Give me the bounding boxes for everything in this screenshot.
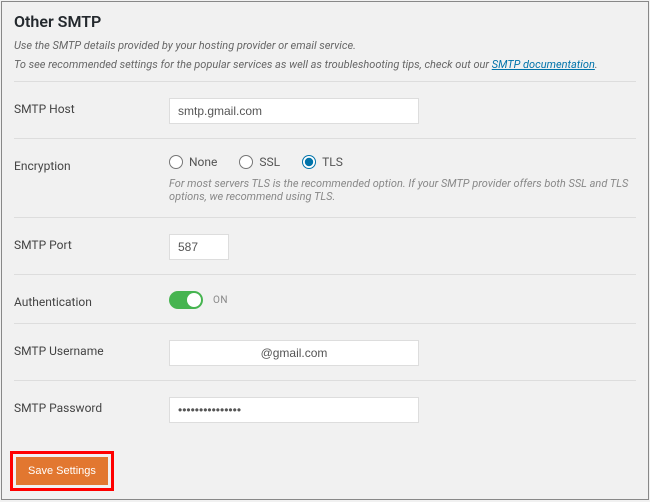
smtp-username-input[interactable] (169, 340, 419, 366)
smtp-host-row: SMTP Host (14, 81, 636, 138)
smtp-username-label: SMTP Username (14, 340, 169, 358)
panel-title: Other SMTP (14, 12, 636, 31)
encryption-ssl-option[interactable]: SSL (239, 155, 280, 169)
smtp-documentation-link[interactable]: SMTP documentation (492, 58, 595, 71)
smtp-port-label: SMTP Port (14, 234, 169, 252)
encryption-label: Encryption (14, 155, 169, 173)
encryption-none-radio[interactable] (169, 155, 183, 169)
panel-description-1: Use the SMTP details provided by your ho… (14, 39, 636, 52)
encryption-row: Encryption None SSL TLS For most servers… (14, 138, 636, 217)
smtp-port-input[interactable] (169, 234, 229, 260)
smtp-password-row: SMTP Password (14, 380, 636, 437)
toggle-knob-icon (187, 293, 201, 307)
smtp-password-label: SMTP Password (14, 397, 169, 415)
save-settings-button[interactable]: Save Settings (16, 457, 108, 485)
smtp-password-input[interactable] (169, 397, 419, 423)
encryption-hint: For most servers TLS is the recommended … (169, 177, 636, 203)
save-button-highlight: Save Settings (10, 451, 114, 491)
encryption-tls-radio[interactable] (302, 155, 316, 169)
smtp-host-label: SMTP Host (14, 98, 169, 116)
smtp-settings-panel: Other SMTP Use the SMTP details provided… (1, 1, 649, 500)
panel-description-2: To see recommended settings for the popu… (14, 58, 636, 71)
smtp-username-row: SMTP Username (14, 323, 636, 380)
authentication-row: Authentication ON (14, 274, 636, 323)
encryption-none-option[interactable]: None (169, 155, 217, 169)
smtp-port-row: SMTP Port (14, 217, 636, 274)
encryption-ssl-radio[interactable] (239, 155, 253, 169)
authentication-toggle[interactable] (169, 291, 203, 309)
authentication-on-label: ON (213, 295, 228, 306)
smtp-host-input[interactable] (169, 98, 419, 124)
authentication-label: Authentication (14, 291, 169, 309)
encryption-tls-option[interactable]: TLS (302, 155, 343, 169)
